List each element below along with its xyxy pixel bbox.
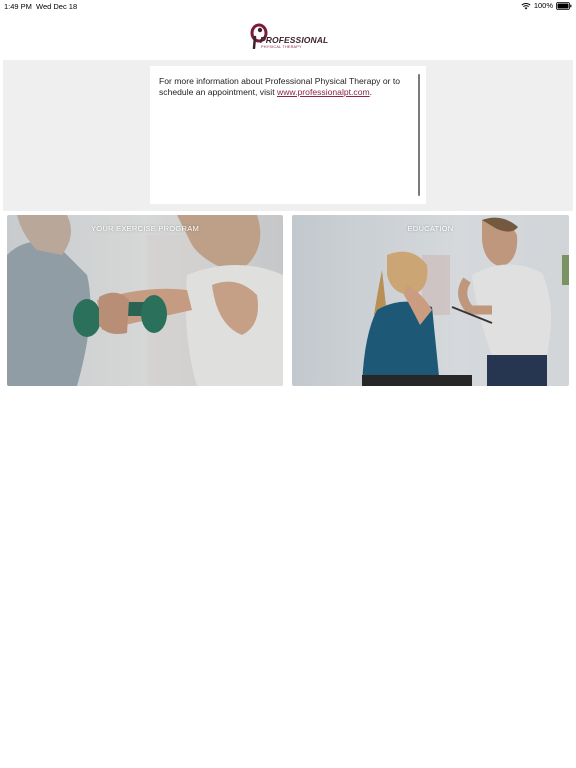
battery-percent: 100% bbox=[533, 1, 553, 10]
status-time: 1:49 PM bbox=[4, 2, 32, 11]
exercise-photo bbox=[7, 215, 283, 386]
app-header: PROFESSIONAL PHYSICAL THERAPY bbox=[0, 13, 576, 60]
exercise-program-label: YOUR EXERCISE PROGRAM bbox=[91, 224, 199, 233]
info-text: For more information about Professional … bbox=[159, 76, 409, 98]
info-card[interactable]: For more information about Professional … bbox=[150, 66, 426, 204]
battery-icon bbox=[556, 1, 572, 10]
status-date: Wed Dec 18 bbox=[36, 2, 78, 11]
website-link[interactable]: www.professionalpt.com bbox=[277, 87, 370, 97]
professional-pt-logo: PROFESSIONAL PHYSICAL THERAPY bbox=[249, 23, 329, 51]
info-scrollbar[interactable] bbox=[418, 74, 420, 196]
education-photo bbox=[292, 215, 569, 386]
logo-wordmark: PROFESSIONAL bbox=[260, 35, 329, 45]
education-tile[interactable]: EDUCATION bbox=[292, 215, 569, 386]
info-text-end: . bbox=[369, 87, 373, 97]
info-band: For more information about Professional … bbox=[3, 60, 573, 211]
wifi-icon bbox=[521, 2, 531, 10]
logo-subtitle: PHYSICAL THERAPY bbox=[261, 45, 302, 49]
status-bar: 1:49 PM Wed Dec 18 100% bbox=[0, 0, 576, 13]
status-right: 100% bbox=[521, 1, 572, 10]
education-label: EDUCATION bbox=[407, 224, 454, 233]
exercise-program-tile[interactable]: YOUR EXERCISE PROGRAM bbox=[7, 215, 283, 386]
